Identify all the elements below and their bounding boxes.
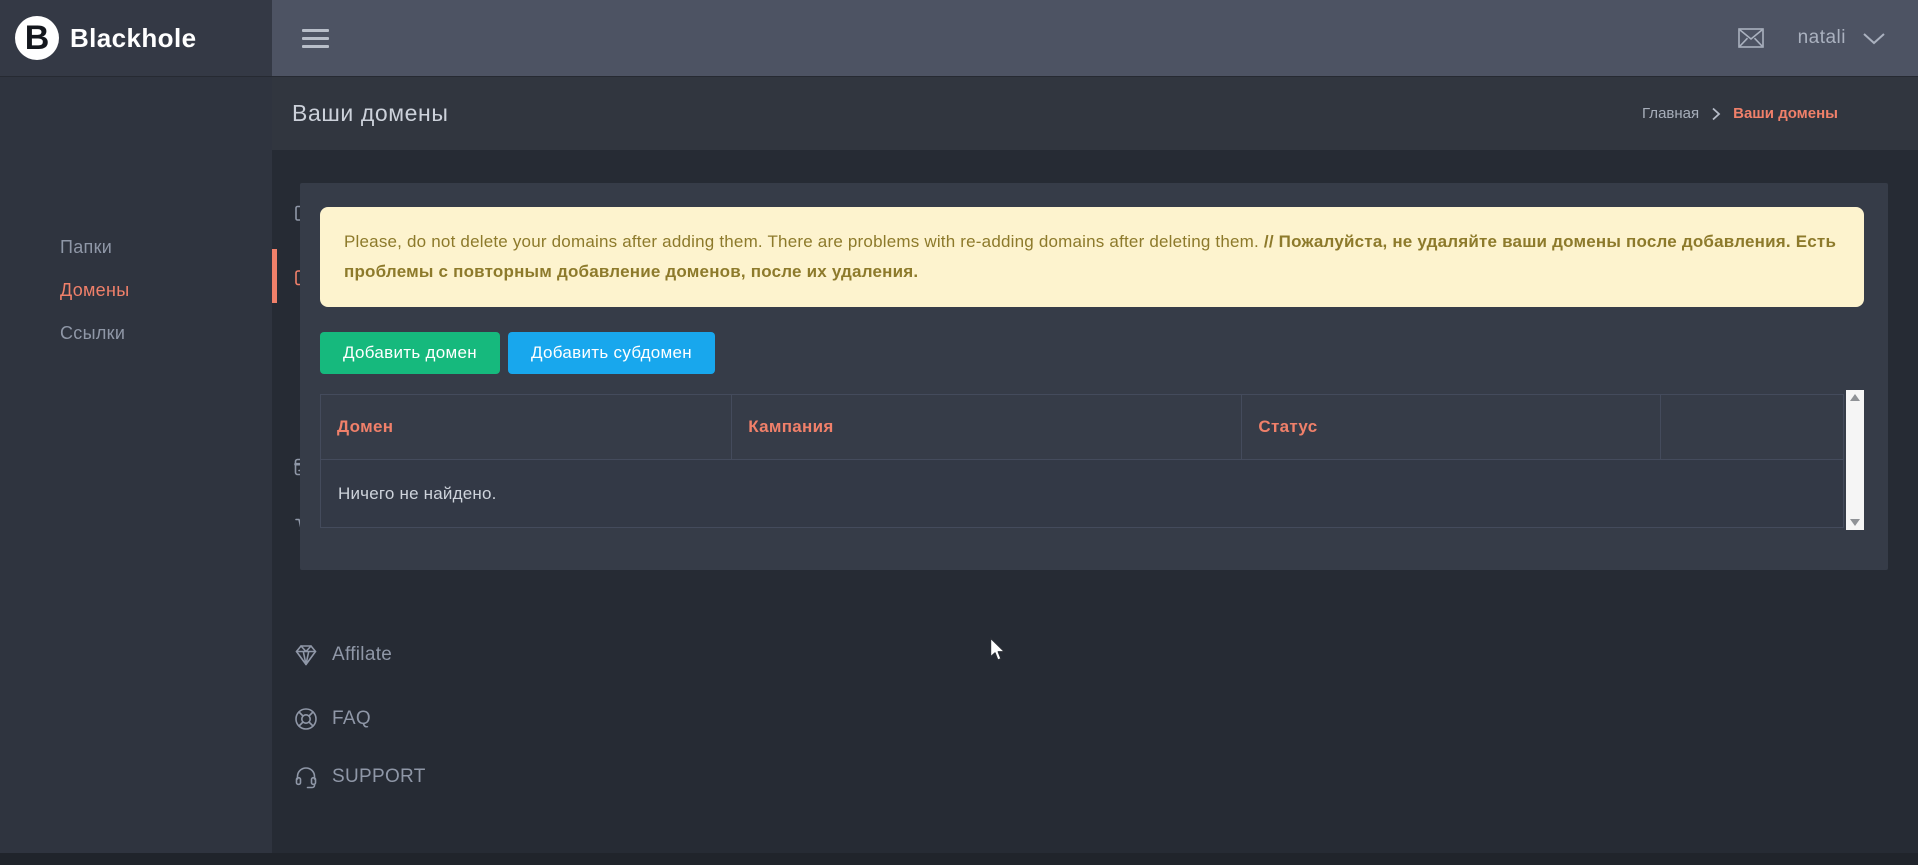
blackhole-logo-icon: B xyxy=(15,16,59,60)
page-title: Ваши домены xyxy=(292,100,448,127)
domains-table: Домен Кампания Статус Ничего не найдено. xyxy=(320,394,1844,528)
domains-table-wrapper: Домен Кампания Статус Ничего не найдено. xyxy=(320,394,1864,528)
sidebar-item-links[interactable]: Ссылки xyxy=(0,315,272,351)
breadcrumb-home-link[interactable]: Главная xyxy=(1642,105,1699,122)
sidebar-item-label: Папки xyxy=(60,237,112,258)
column-header-domain: Домен xyxy=(321,395,732,460)
empty-state-text: Ничего не найдено. xyxy=(321,460,1844,528)
table-header-row: Домен Кампания Статус xyxy=(321,395,1844,460)
user-menu[interactable]: natali xyxy=(1798,27,1886,49)
brand-name: Blackhole xyxy=(70,23,196,54)
sidebar-item-domains[interactable]: Домены xyxy=(0,272,272,308)
page-header: Ваши домены Главная Ваши домены xyxy=(272,77,1918,150)
sidebar-item-label: Ссылки xyxy=(60,323,125,344)
mail-icon[interactable] xyxy=(1738,28,1764,48)
column-header-status: Статус xyxy=(1242,395,1661,460)
logo-letter: B xyxy=(25,19,50,58)
domains-card: Please, do not delete your domains after… xyxy=(300,183,1888,570)
sidebar-item-folders[interactable]: Папки xyxy=(0,229,272,265)
bottom-edge xyxy=(0,853,1918,865)
table-row: Ничего не найдено. xyxy=(321,460,1844,528)
sidebar: ГлавнаяКампанииПапкиДоменыСсылкиПлатежиП… xyxy=(0,77,272,865)
warning-alert: Please, do not delete your domains after… xyxy=(320,207,1864,307)
brand[interactable]: B Blackhole xyxy=(0,0,272,76)
content: Please, do not delete your domains after… xyxy=(272,150,1918,570)
navbar-right: natali xyxy=(1738,27,1886,49)
top-navbar: B Blackhole natali xyxy=(0,0,1918,77)
username: natali xyxy=(1798,27,1846,49)
add-domain-button[interactable]: Добавить домен xyxy=(320,332,500,374)
scroll-down-icon[interactable] xyxy=(1850,519,1860,526)
chevron-down-icon xyxy=(1862,32,1886,45)
breadcrumb: Главная Ваши домены xyxy=(1642,105,1838,122)
scroll-up-icon[interactable] xyxy=(1850,394,1860,401)
add-subdomain-button[interactable]: Добавить субдомен xyxy=(508,332,715,374)
breadcrumb-current: Ваши домены xyxy=(1733,105,1838,122)
sidebar-menu: ГлавнаяКампанииПапкиДоменыСсылкиПлатежиП… xyxy=(0,77,272,722)
column-header-actions xyxy=(1661,395,1844,460)
column-header-campaign: Кампания xyxy=(732,395,1242,460)
main-area: Ваши домены Главная Ваши домены Please, … xyxy=(272,77,1918,865)
sidebar-item-label: Домены xyxy=(60,280,129,301)
chevron-right-icon xyxy=(1711,107,1721,121)
table-scrollbar[interactable] xyxy=(1846,390,1864,530)
hamburger-menu-icon[interactable] xyxy=(302,29,329,48)
button-row: Добавить домен Добавить субдомен xyxy=(320,332,1864,374)
alert-text-en: Please, do not delete your domains after… xyxy=(344,232,1264,251)
